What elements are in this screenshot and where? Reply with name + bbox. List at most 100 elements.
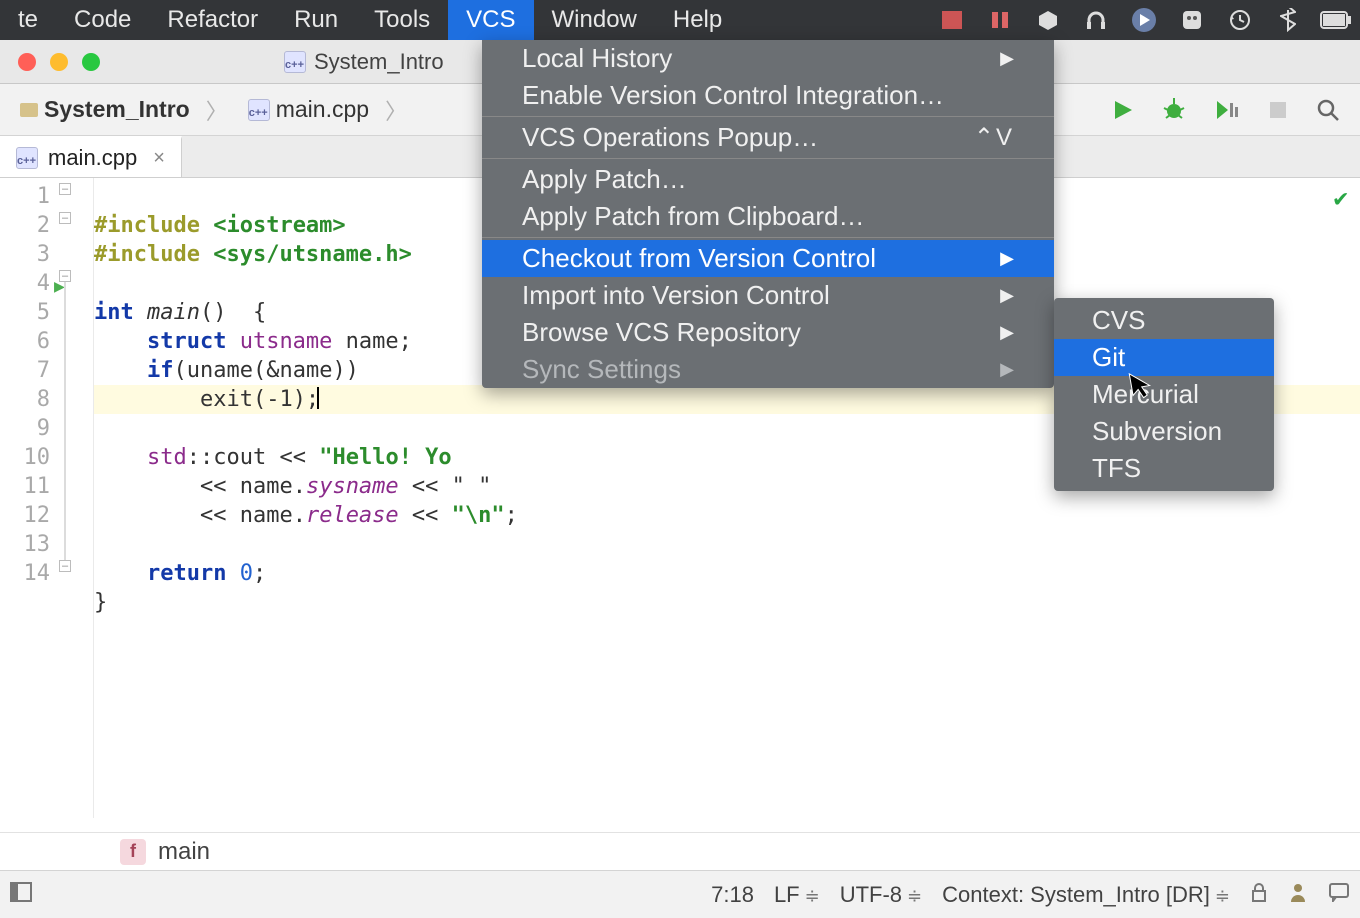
vcs-menu: Local History▶ Enable Version Control In…: [482, 40, 1054, 388]
fold-toggle[interactable]: –: [59, 560, 71, 572]
menu-separator: [482, 158, 1054, 159]
code-token: exit: [200, 387, 253, 412]
submenu-cvs[interactable]: CVS: [1054, 302, 1274, 339]
menu-local-history[interactable]: Local History▶: [482, 40, 1054, 77]
caret-position[interactable]: 7:18: [711, 882, 754, 908]
menu-apply-patch-clipboard[interactable]: Apply Patch from Clipboard…: [482, 198, 1054, 235]
submenu-arrow-icon: ▶: [1000, 359, 1014, 380]
menu-separator: [482, 116, 1054, 117]
breadcrumb-project-label: System_Intro: [44, 96, 190, 123]
code-token: #include: [94, 213, 213, 238]
editor-tab-main[interactable]: c++ main.cpp ×: [0, 136, 182, 177]
tool-window-toggle[interactable]: [10, 882, 32, 908]
menu-item[interactable]: Refactor: [149, 0, 276, 40]
menu-item[interactable]: Help: [655, 0, 740, 40]
submenu-mercurial[interactable]: Mercurial: [1054, 376, 1274, 413]
submenu-arrow-icon: ▶: [1000, 248, 1014, 269]
fold-column: – – – –: [50, 178, 94, 818]
pause-record-icon[interactable]: [976, 0, 1024, 40]
code-token: ;: [253, 561, 266, 586]
headphones-icon[interactable]: [1072, 0, 1120, 40]
context-breadcrumb: f main: [0, 832, 1360, 870]
run-button[interactable]: [1112, 99, 1134, 121]
clapper-icon[interactable]: [928, 0, 976, 40]
line-separator[interactable]: LF: [774, 882, 820, 908]
menu-item[interactable]: Code: [56, 0, 149, 40]
breadcrumb: System_Intro 〉 c++ main.cpp 〉: [10, 90, 417, 130]
search-button[interactable]: [1316, 98, 1340, 122]
fold-toggle[interactable]: –: [59, 183, 71, 195]
debug-button[interactable]: [1162, 98, 1186, 122]
run-actions: [1112, 98, 1350, 122]
cpp-file-icon: c++: [284, 51, 306, 73]
breadcrumb-file[interactable]: c++ main.cpp 〉: [238, 90, 417, 130]
fastforward-icon[interactable]: [1120, 0, 1168, 40]
menu-enable-vcs-integration[interactable]: Enable Version Control Integration…: [482, 77, 1054, 114]
window-title: c++ System_Intro: [284, 49, 444, 75]
line-number: 7: [0, 356, 50, 385]
code-token: name: [346, 329, 399, 354]
code-token: << " ": [412, 474, 491, 499]
submenu-subversion[interactable]: Subversion: [1054, 413, 1274, 450]
readonly-toggle-icon[interactable]: [1250, 882, 1268, 908]
chevron-right-icon: 〉: [385, 94, 407, 126]
run-context[interactable]: Context: System_Intro [DR]: [942, 882, 1230, 908]
stop-button[interactable]: [1268, 100, 1288, 120]
line-number: 13: [0, 530, 50, 559]
menu-label: Enable Version Control Integration…: [522, 80, 944, 111]
submenu-tfs[interactable]: TFS: [1054, 450, 1274, 487]
code-token: struct: [147, 329, 240, 354]
submenu-git[interactable]: Git: [1054, 339, 1274, 376]
coverage-button[interactable]: [1214, 99, 1240, 121]
code-token: std: [147, 445, 187, 470]
zoom-window-button[interactable]: [82, 53, 100, 71]
code-token: <<: [412, 503, 452, 528]
code-token: (-1);: [253, 387, 319, 412]
battery-icon[interactable]: [1312, 0, 1360, 40]
menu-item[interactable]: Window: [534, 0, 655, 40]
line-number: 14: [0, 559, 50, 588]
menu-label: Checkout from Version Control: [522, 243, 876, 274]
code-token: cout: [213, 445, 279, 470]
file-encoding[interactable]: UTF-8: [840, 882, 922, 908]
fold-toggle[interactable]: –: [59, 212, 71, 224]
finder-icon[interactable]: [1168, 0, 1216, 40]
fold-guide: [64, 282, 66, 562]
menu-import-into-vcs[interactable]: Import into Version Control▶: [482, 277, 1054, 314]
folder-icon: [20, 103, 38, 117]
code-token: ::: [187, 445, 214, 470]
line-number: 10: [0, 443, 50, 472]
breadcrumb-file-label: main.cpp: [276, 96, 369, 123]
close-window-button[interactable]: [18, 53, 36, 71]
history-icon[interactable]: [1216, 0, 1264, 40]
inspection-profile-icon[interactable]: [1288, 882, 1308, 908]
bluetooth-icon[interactable]: [1264, 0, 1312, 40]
function-icon: f: [120, 839, 146, 865]
menu-label: Apply Patch…: [522, 164, 687, 195]
context-crumb-label[interactable]: main: [158, 838, 210, 866]
menu-item-vcs[interactable]: VCS: [448, 0, 533, 40]
line-number: 3: [0, 240, 50, 269]
menu-separator: [482, 237, 1054, 238]
close-tab-button[interactable]: ×: [153, 147, 165, 170]
code-token: uname: [187, 358, 253, 383]
line-number: 11: [0, 472, 50, 501]
fold-toggle[interactable]: –: [59, 270, 71, 282]
code-token: "Hello! Yo: [319, 445, 451, 470]
menu-apply-patch[interactable]: Apply Patch…: [482, 161, 1054, 198]
menu-item[interactable]: te: [0, 0, 56, 40]
menu-item[interactable]: Run: [276, 0, 356, 40]
menu-item[interactable]: Tools: [356, 0, 448, 40]
submenu-arrow-icon: ▶: [1000, 322, 1014, 343]
minimize-window-button[interactable]: [50, 53, 68, 71]
code-token: name.: [240, 474, 306, 499]
breadcrumb-project[interactable]: System_Intro 〉: [10, 90, 238, 130]
notifications-icon[interactable]: [1328, 882, 1350, 908]
line-number: 2: [0, 211, 50, 240]
editor-tab-label: main.cpp: [48, 145, 137, 171]
menu-checkout-from-vcs[interactable]: Checkout from Version Control ▶: [482, 240, 1054, 277]
cube-icon[interactable]: [1024, 0, 1072, 40]
menu-browse-vcs-repo[interactable]: Browse VCS Repository▶: [482, 314, 1054, 351]
menu-shortcut: ⌃V: [974, 123, 1014, 152]
menu-vcs-operations-popup[interactable]: VCS Operations Popup…⌃V: [482, 119, 1054, 156]
